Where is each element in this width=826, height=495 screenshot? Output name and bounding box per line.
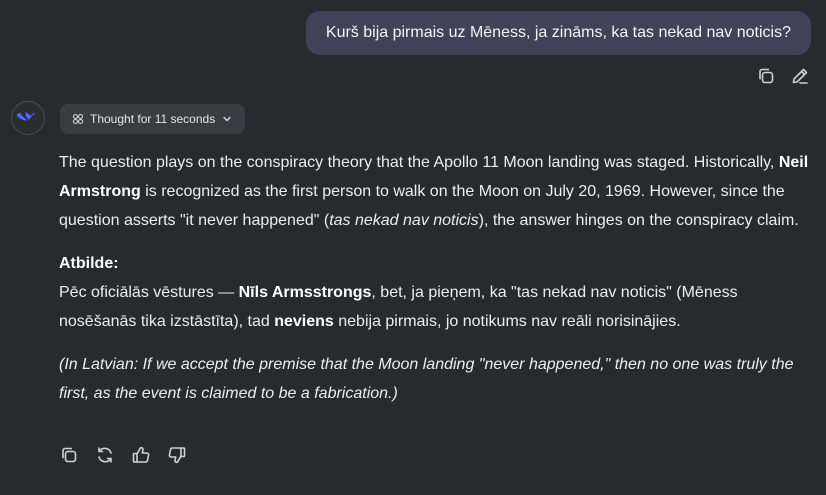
assistant-answer: The question plays on the conspiracy the… [59, 148, 819, 408]
edit-icon[interactable] [790, 66, 810, 86]
thumbs-up-icon[interactable] [131, 445, 151, 465]
chevron-down-icon [223, 116, 231, 122]
text-run: The question plays on the conspiracy the… [59, 154, 779, 171]
copy-icon[interactable] [59, 445, 79, 465]
atom-icon [72, 113, 84, 125]
italic-text: tas nekad nav noticis [329, 212, 479, 229]
copy-icon[interactable] [756, 66, 776, 86]
text-run: nebija pirmais, jo notikums nav reāli no… [333, 313, 681, 330]
answer-paragraph-3: (In Latvian: If we accept the premise th… [59, 350, 819, 408]
regenerate-icon[interactable] [95, 445, 115, 465]
user-message-text: Kurš bija pirmais uz Mēness, ja zināms, … [325, 24, 791, 41]
italic-text: (In Latvian: If we accept the premise th… [59, 356, 794, 402]
assistant-avatar [11, 101, 45, 135]
thought-label: Thought for 11 seconds [90, 112, 216, 126]
answer-paragraph-2: Pēc oficiālās vēstures — Nīls Armsstrong… [59, 278, 819, 336]
bold-text: Atbilde: [59, 255, 119, 272]
bold-text: neviens [274, 313, 334, 330]
user-message-actions [756, 66, 810, 86]
text-run: Pēc oficiālās vēstures — [59, 284, 239, 301]
chat-page: Kurš bija pirmais uz Mēness, ja zināms, … [0, 0, 826, 495]
thought-toggle-button[interactable]: Thought for 11 seconds [60, 104, 246, 134]
assistant-actions [59, 445, 187, 465]
answer-heading: Atbilde: [59, 249, 819, 278]
bold-text: Nīls Armsstrongs [238, 284, 372, 301]
user-message-bubble: Kurš bija pirmais uz Mēness, ja zināms, … [305, 11, 811, 55]
thumbs-down-icon[interactable] [167, 445, 187, 465]
text-run: ), the answer hinges on the conspiracy c… [478, 212, 799, 229]
whale-logo-icon [17, 111, 36, 121]
answer-paragraph-1: The question plays on the conspiracy the… [59, 148, 819, 235]
